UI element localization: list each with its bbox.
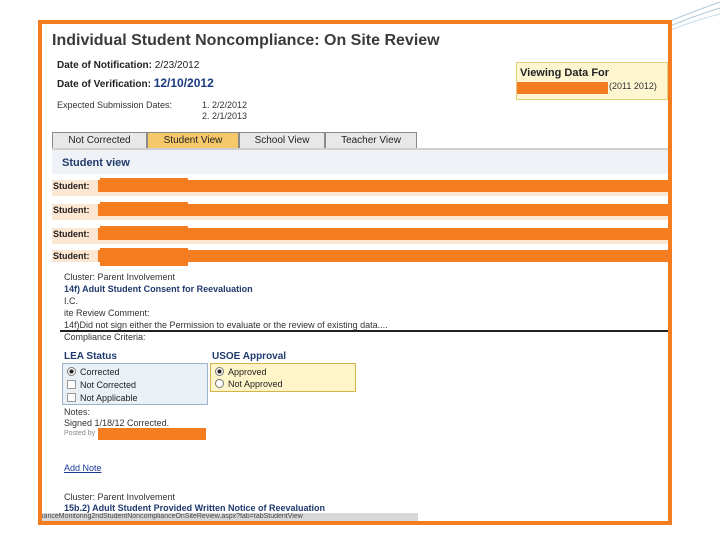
status-bar-url: ianceMonitoring2ndStudentNoncomplianceOn… xyxy=(42,513,418,521)
posted-by-label: Posted by xyxy=(64,430,96,437)
viewing-data-title: Viewing Data For xyxy=(520,67,610,79)
row-gap xyxy=(52,192,668,196)
notes-label: Notes: xyxy=(64,407,91,417)
lea-option-corrected[interactable]: Corrected xyxy=(67,367,120,377)
add-note-link[interactable]: Add Note xyxy=(64,463,102,473)
tab-school-view[interactable]: School View xyxy=(239,132,325,148)
viewing-year: (2011 2012) xyxy=(609,81,657,91)
radio-icon[interactable] xyxy=(215,379,224,388)
redacted-field xyxy=(517,82,608,94)
student-row[interactable]: Student: xyxy=(52,248,668,266)
tab-not-corrected[interactable]: Not Corrected xyxy=(52,132,147,148)
notification-date-row: Date of Notification: 2/23/2012 xyxy=(57,60,199,71)
lea-status-title: LEA Status xyxy=(64,351,117,362)
expected-date-1: 1. 2/2/2012 xyxy=(202,100,248,110)
student-row[interactable]: Student: xyxy=(52,226,668,244)
student-row[interactable]: Student: xyxy=(52,202,668,220)
compliance-criteria-label: Compliance Criteria: xyxy=(64,332,146,342)
expected-date-2: 2. 2/1/2013 xyxy=(202,111,248,121)
screenshot-frame: Individual Student Noncompliance: On Sit… xyxy=(38,20,672,525)
viewing-data-for-panel: Viewing Data For (2011 2012) xyxy=(516,62,668,100)
row-gap xyxy=(52,216,668,220)
redacted-name xyxy=(100,248,188,266)
notes-text: Signed 1/18/12 Corrected. xyxy=(64,418,170,428)
item2-cluster: Cluster: Parent Involvement xyxy=(64,492,176,502)
comment-divider xyxy=(60,330,668,332)
radio-icon[interactable] xyxy=(67,380,76,389)
usoe-approval-options: Approved Not Approved xyxy=(210,363,356,392)
radio-icon[interactable] xyxy=(67,393,76,402)
notification-label: Date of Notification: xyxy=(57,60,152,71)
item1-cluster: Cluster: Parent Involvement xyxy=(64,272,176,282)
item1-comment: 14f)Did not sign either the Permission t… xyxy=(64,320,388,330)
student-label: Student: xyxy=(52,250,98,262)
row-gap xyxy=(52,240,668,244)
student-label: Student: xyxy=(52,204,98,216)
student-label: Student: xyxy=(52,180,98,192)
redacted-poster xyxy=(98,428,206,440)
tab-student-view[interactable]: Student View xyxy=(147,132,239,148)
verification-value: 12/10/2012 xyxy=(153,76,214,90)
expected-label: Expected Submission Dates: xyxy=(57,100,173,110)
usoe-option-approved[interactable]: Approved xyxy=(215,367,267,377)
usoe-option-not-approved[interactable]: Not Approved xyxy=(215,379,283,389)
verification-label: Date of Verification: xyxy=(57,79,151,90)
student-row[interactable]: Student: xyxy=(52,178,668,196)
tab-teacher-view[interactable]: Teacher View xyxy=(325,132,417,148)
notification-value: 2/23/2012 xyxy=(154,60,200,71)
verification-date-row: Date of Verification: 12/10/2012 xyxy=(57,76,214,90)
lea-option-not-applicable[interactable]: Not Applicable xyxy=(67,393,138,403)
radio-selected-icon[interactable] xyxy=(215,367,224,376)
item1-comment-label: ite Review Comment: xyxy=(64,308,150,318)
item2-title: 15b.2) Adult Student Provided Written No… xyxy=(64,503,326,513)
student-view-section: Student view xyxy=(52,150,668,174)
item1-id: I.C. xyxy=(64,296,79,306)
usoe-approval-title: USOE Approval xyxy=(212,351,287,362)
student-label: Student: xyxy=(52,228,98,240)
item1-title: 14f) Adult Student Consent for Reevaluat… xyxy=(64,284,253,294)
lea-option-not-corrected[interactable]: Not Corrected xyxy=(67,380,136,390)
lea-status-options: Corrected Not Corrected Not Applicable xyxy=(62,363,208,405)
page-title: Individual Student Noncompliance: On Sit… xyxy=(52,32,440,49)
section-heading: Student view xyxy=(62,157,130,169)
radio-selected-icon[interactable] xyxy=(67,367,76,376)
